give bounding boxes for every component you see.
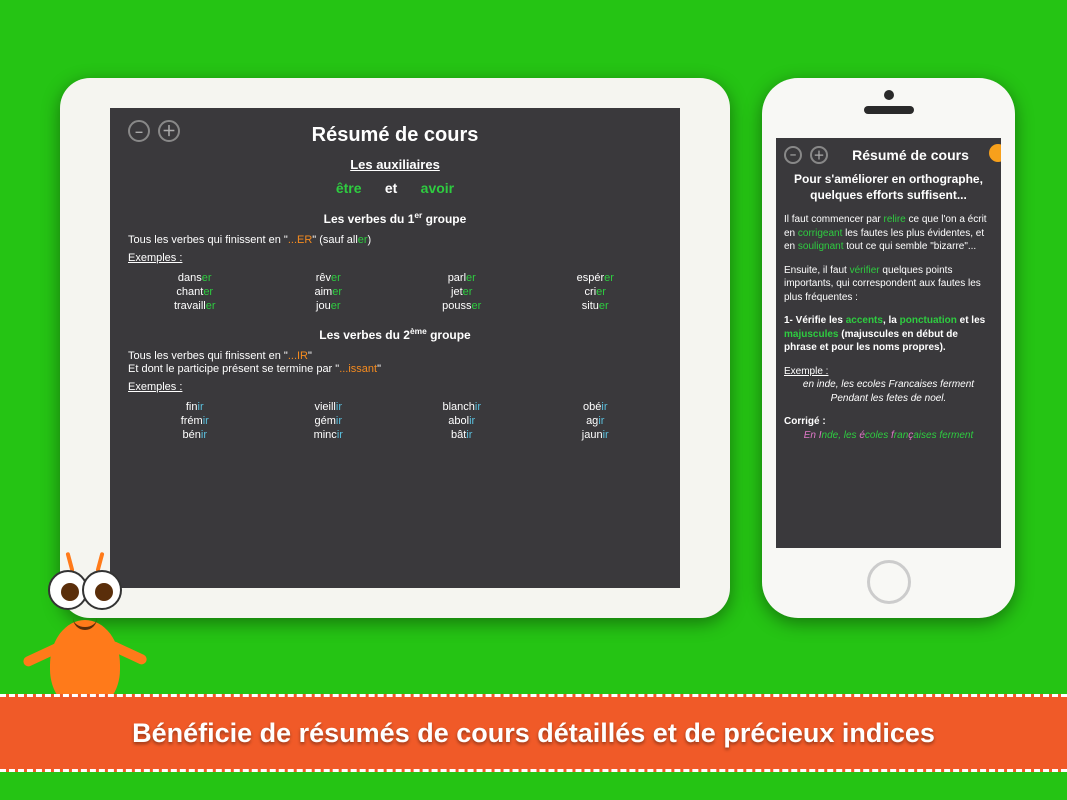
tablet-title: Résumé de cours bbox=[128, 124, 662, 147]
mascot-character bbox=[20, 540, 150, 710]
tablet-device: – ＋ Résumé de cours Les auxiliaires être… bbox=[60, 78, 730, 618]
zoom-in-button[interactable]: ＋ bbox=[158, 120, 180, 142]
example-label: Exemple : bbox=[784, 366, 828, 377]
tablet-subtitle-auxiliaries: Les auxiliaires bbox=[128, 157, 662, 172]
verb-item: blanchir bbox=[395, 401, 529, 413]
group2-rule-1: Tous les verbes qui finissent en "...IR" bbox=[128, 350, 662, 362]
phone-speaker-icon bbox=[864, 106, 914, 114]
group1-title: Les verbes du 1er groupe bbox=[128, 210, 662, 226]
zoom-in-button-phone[interactable]: ＋ bbox=[810, 146, 828, 164]
phone-para-2: Ensuite, il faut vérifier quelques point… bbox=[784, 264, 993, 305]
verb-item: jouer bbox=[262, 300, 396, 312]
corrige-label: Corrigé : bbox=[784, 416, 826, 427]
verb-item: parler bbox=[395, 272, 529, 284]
verb-item: espérer bbox=[529, 272, 663, 284]
corrige-text: En Inde, les écoles françaises ferment bbox=[784, 429, 993, 443]
verb-item: crier bbox=[529, 286, 663, 298]
group2-title: Les verbes du 2ème groupe bbox=[128, 326, 662, 342]
verb-item: rêver bbox=[262, 272, 396, 284]
phone-device: – ＋ Résumé de cours Pour s'améliorer en … bbox=[762, 78, 1015, 618]
verb-item: frémir bbox=[128, 415, 262, 427]
verb-item: finir bbox=[128, 401, 262, 413]
group1-rule: Tous les verbes qui finissent en "...ER"… bbox=[128, 234, 662, 246]
example-block: Exemple : en inde, les ecoles Francaises… bbox=[784, 365, 993, 406]
examples-label-1: Exemples : bbox=[128, 252, 182, 264]
aux-et: et bbox=[385, 180, 397, 196]
verb-item: jaunir bbox=[529, 429, 663, 441]
aux-avoir: avoir bbox=[421, 180, 454, 196]
verb-item: aimer bbox=[262, 286, 396, 298]
caption-text: Bénéficie de résumés de cours détaillés … bbox=[132, 718, 935, 749]
phone-title: Résumé de cours bbox=[828, 147, 993, 163]
verb-item: bâtir bbox=[395, 429, 529, 441]
group2-rule-2: Et dont le participe présent se termine … bbox=[128, 363, 662, 375]
phone-para-1: Il faut commencer par relire ce que l'on… bbox=[784, 213, 993, 254]
caption-banner: Bénéficie de résumés de cours détaillés … bbox=[0, 694, 1067, 772]
examples-label-2: Exemples : bbox=[128, 381, 182, 393]
corner-badge-icon bbox=[989, 144, 1001, 162]
zoom-out-button-phone[interactable]: – bbox=[784, 146, 802, 164]
verb-item: obéir bbox=[529, 401, 663, 413]
group1-verb-grid: danserrêverparlerespérer chanteraimerjete… bbox=[128, 272, 662, 312]
verb-item: abolir bbox=[395, 415, 529, 427]
verb-item: pousser bbox=[395, 300, 529, 312]
zoom-controls-phone: – ＋ bbox=[784, 146, 828, 164]
verb-item: chanter bbox=[128, 286, 262, 298]
group2-verb-grid: finirvieillirblanchirobéir frémirgémirabo… bbox=[128, 401, 662, 441]
phone-para-3: 1- Vérifie les accents, la ponctuation e… bbox=[784, 314, 993, 355]
phone-camera-icon bbox=[884, 90, 894, 100]
verb-item: travailler bbox=[128, 300, 262, 312]
aux-etre: être bbox=[336, 180, 362, 196]
example-text: en inde, les ecoles Francaises ferment P… bbox=[784, 378, 993, 405]
corrige-block: Corrigé : En Inde, les écoles françaises… bbox=[784, 415, 993, 442]
auxiliaries-row: être et avoir bbox=[128, 180, 662, 196]
verb-item: jeter bbox=[395, 286, 529, 298]
zoom-controls: – ＋ bbox=[128, 120, 180, 142]
zoom-out-button[interactable]: – bbox=[128, 120, 150, 142]
verb-item: danser bbox=[128, 272, 262, 284]
verb-item: vieillir bbox=[262, 401, 396, 413]
verb-item: mincir bbox=[262, 429, 396, 441]
phone-subtitle: Pour s'améliorer en orthographe, quelque… bbox=[784, 172, 993, 203]
tablet-screen: – ＋ Résumé de cours Les auxiliaires être… bbox=[110, 108, 680, 588]
phone-screen: – ＋ Résumé de cours Pour s'améliorer en … bbox=[776, 138, 1001, 548]
verb-item: agir bbox=[529, 415, 663, 427]
verb-item: bénir bbox=[128, 429, 262, 441]
verb-item: situer bbox=[529, 300, 663, 312]
phone-home-button[interactable] bbox=[867, 560, 911, 604]
verb-item: gémir bbox=[262, 415, 396, 427]
